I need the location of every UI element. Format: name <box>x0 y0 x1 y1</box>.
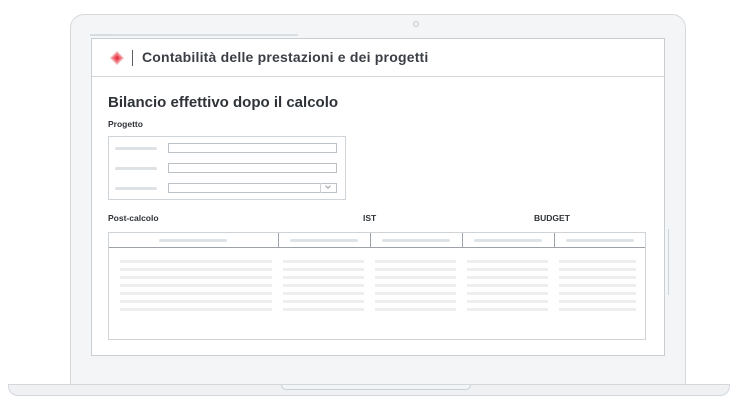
table-row-placeholder <box>375 300 456 303</box>
table-row-placeholder <box>120 300 272 303</box>
column-separator <box>278 233 279 248</box>
table-row-placeholder <box>375 276 456 279</box>
table-row-placeholder <box>467 260 548 263</box>
table-row-placeholder <box>467 268 548 271</box>
table-row-placeholder <box>559 276 636 279</box>
table-row-placeholder <box>467 308 548 311</box>
table-row-placeholder <box>120 284 272 287</box>
column-separator <box>462 233 463 248</box>
diamond-logo-icon <box>110 51 124 65</box>
project-field-2[interactable] <box>168 163 337 173</box>
table-row-placeholder <box>283 300 364 303</box>
section-title: Bilancio effettivo dopo il calcolo <box>108 94 339 111</box>
table-header <box>109 233 645 248</box>
table-row-placeholder <box>559 268 636 271</box>
project-dropdown[interactable] <box>168 183 337 193</box>
field-label-placeholder <box>115 167 157 170</box>
table-row-placeholder <box>120 268 272 271</box>
post-calcolo-table <box>108 232 646 340</box>
table-row-placeholder <box>559 292 636 295</box>
column-header-placeholder <box>566 239 634 242</box>
table-row-placeholder <box>283 292 364 295</box>
table-row-placeholder <box>559 300 636 303</box>
table-row-placeholder <box>467 276 548 279</box>
laptop-notch <box>281 385 471 390</box>
table-row-placeholder <box>120 292 272 295</box>
project-field-1[interactable] <box>168 143 337 153</box>
app-header: Contabilità delle prestazioni e dei prog… <box>92 39 664 77</box>
table-row-placeholder <box>120 260 272 263</box>
app-title: Contabilità delle prestazioni e dei prog… <box>142 49 429 65</box>
field-label-placeholder <box>115 187 157 190</box>
table-row-placeholder <box>467 292 548 295</box>
window-placeholder-bar <box>112 34 298 36</box>
project-label: Progetto <box>108 119 143 129</box>
window-placeholder-bar <box>90 34 112 36</box>
table-row-placeholder <box>375 268 456 271</box>
table-row-placeholder <box>467 284 548 287</box>
table-row-placeholder <box>283 268 364 271</box>
table-row-placeholder <box>375 260 456 263</box>
column-separator <box>554 233 555 248</box>
field-label-placeholder <box>115 147 157 150</box>
table-row-placeholder <box>559 284 636 287</box>
table-row-placeholder <box>283 276 364 279</box>
table-row-placeholder <box>375 308 456 311</box>
ist-label: IST <box>363 213 377 223</box>
post-calcolo-label: Post-calcolo <box>108 213 159 223</box>
table-row-placeholder <box>283 308 364 311</box>
column-header-placeholder <box>159 239 227 242</box>
laptop-base <box>8 384 730 396</box>
budget-label: BUDGET <box>534 213 570 223</box>
column-separator <box>370 233 371 248</box>
scrollbar[interactable] <box>668 229 669 295</box>
table-row-placeholder <box>467 300 548 303</box>
column-header-placeholder <box>474 239 542 242</box>
app-screen: Contabilità delle prestazioni e dei prog… <box>91 38 665 356</box>
table-row-placeholder <box>120 276 272 279</box>
camera-icon <box>413 21 419 27</box>
table-row-placeholder <box>559 260 636 263</box>
table-row-placeholder <box>375 284 456 287</box>
table-row-placeholder <box>120 308 272 311</box>
chevron-down-icon <box>325 183 331 189</box>
table-row-placeholder <box>559 308 636 311</box>
table-row-placeholder <box>375 292 456 295</box>
table-row-placeholder <box>283 284 364 287</box>
header-divider <box>132 50 133 66</box>
project-form <box>108 136 346 200</box>
table-row-placeholder <box>283 260 364 263</box>
column-header-placeholder <box>382 239 450 242</box>
column-header-placeholder <box>290 239 358 242</box>
dropdown-button[interactable] <box>320 183 336 193</box>
